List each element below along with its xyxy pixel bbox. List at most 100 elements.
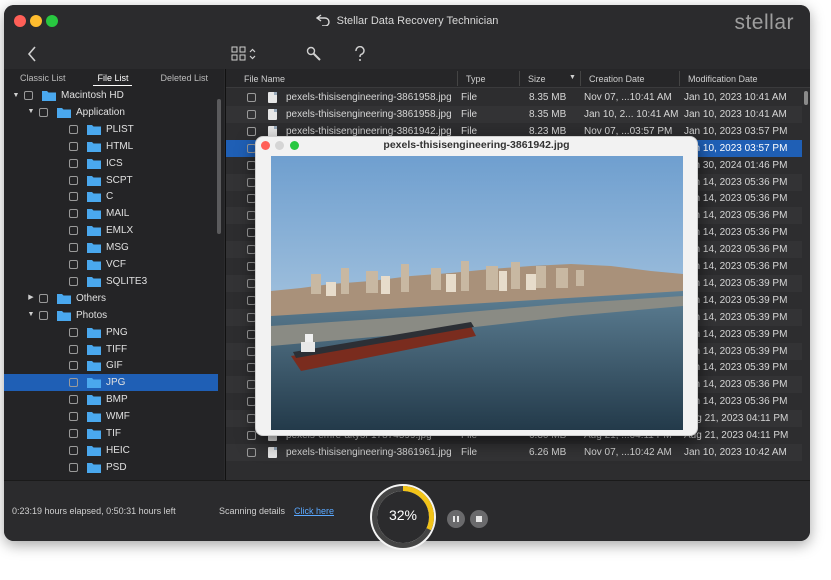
tree-checkbox[interactable] xyxy=(69,209,78,219)
column-separator[interactable] xyxy=(457,71,458,86)
tree-item-vcf[interactable]: VCF xyxy=(4,256,218,273)
tree-checkbox[interactable] xyxy=(69,276,78,286)
tree-checkbox[interactable] xyxy=(69,260,78,269)
tree-item-application[interactable]: ▼ Application xyxy=(4,104,218,121)
tree-item-photos[interactable]: ▼ Photos xyxy=(4,307,218,324)
row-checkbox[interactable] xyxy=(247,431,256,440)
file-icon xyxy=(268,92,277,103)
tree-item-tiff[interactable]: TIFF xyxy=(4,341,218,358)
tree-checkbox[interactable] xyxy=(69,429,78,438)
scanning-details-link[interactable]: Click here xyxy=(294,506,334,516)
tree-checkbox[interactable] xyxy=(69,378,78,388)
tree-item-scpt[interactable]: SCPT xyxy=(4,172,218,189)
tree-checkbox[interactable] xyxy=(69,462,78,472)
file-size-cell: 8.35 MB xyxy=(529,92,567,103)
tree-item-jpg[interactable]: JPG xyxy=(4,374,218,392)
tree-checkbox[interactable] xyxy=(24,91,33,100)
modification-date-cell: Jan 14, 2023 05:39 PM xyxy=(684,345,788,357)
tools-button[interactable] xyxy=(302,43,326,65)
table-row[interactable]: pexels-thisisengineering-3861958.jpg File… xyxy=(226,105,802,123)
tree-item-label: HTML xyxy=(106,140,134,152)
tree-item-label: Others xyxy=(76,292,107,304)
tree-checkbox[interactable] xyxy=(69,361,78,371)
table-scrollbar[interactable] xyxy=(804,91,808,105)
tree-scrollbar[interactable] xyxy=(217,99,221,234)
tree-item-others[interactable]: ▶ Others xyxy=(4,290,218,307)
disclosure-expanded-icon[interactable]: ▼ xyxy=(12,92,20,100)
modification-date-cell: Jan 14, 2023 05:39 PM xyxy=(684,294,788,306)
modification-date-cell: Jan 14, 2023 05:39 PM xyxy=(684,362,788,374)
stop-icon xyxy=(476,516,482,522)
tree-checkbox[interactable] xyxy=(69,158,78,168)
file-size-cell: 8.35 MB xyxy=(529,108,567,120)
folder-icon xyxy=(87,158,101,169)
tree-checkbox[interactable] xyxy=(69,412,78,422)
row-checkbox[interactable] xyxy=(247,109,256,119)
tree-checkbox[interactable] xyxy=(69,192,78,202)
tab-classic-list[interactable]: Classic List xyxy=(16,71,70,85)
folder-icon xyxy=(87,377,101,389)
pause-scan-button[interactable] xyxy=(447,510,465,528)
sort-descending-icon[interactable]: ▼ xyxy=(569,74,576,81)
tree-item-heic[interactable]: HEIC xyxy=(4,442,218,459)
modification-date-cell: Jan 10, 2023 10:42 AM xyxy=(684,446,787,458)
tree-item-sqlite3[interactable]: SQLITE3 xyxy=(4,273,218,290)
tree-item-emlx[interactable]: EMLX xyxy=(4,222,218,239)
tree-checkbox[interactable] xyxy=(69,445,78,455)
back-button[interactable] xyxy=(20,43,44,65)
tree-item-wmf[interactable]: WMF xyxy=(4,408,218,425)
folder-icon xyxy=(57,107,71,118)
tree-checkbox[interactable] xyxy=(39,310,48,320)
tree-item-label: C xyxy=(106,191,114,203)
disclosure-collapsed-icon[interactable]: ▶ xyxy=(27,294,35,302)
tree-checkbox[interactable] xyxy=(39,293,48,303)
tree-checkbox[interactable] xyxy=(69,395,78,405)
progress-percent: 32% xyxy=(388,507,418,523)
column-size[interactable]: Size xyxy=(528,74,546,84)
column-separator[interactable] xyxy=(519,71,520,86)
tree-item-psd[interactable]: PSD xyxy=(4,459,218,476)
tree-checkbox[interactable] xyxy=(69,175,78,185)
tree-item-gif[interactable]: GIF xyxy=(4,357,218,374)
tree-item-png[interactable]: PNG xyxy=(4,324,218,341)
view-mode-button[interactable] xyxy=(229,43,261,65)
column-modification-date[interactable]: Modification Date xyxy=(688,74,758,84)
tree-checkbox[interactable] xyxy=(69,124,78,134)
table-row[interactable]: pexels-thisisengineering-3861958.jpg File… xyxy=(226,89,802,106)
tree-item-mail[interactable]: MAIL xyxy=(4,205,218,222)
tree-item-ics[interactable]: ICS xyxy=(4,155,218,172)
tree-checkbox[interactable] xyxy=(39,107,48,117)
stop-scan-button[interactable] xyxy=(470,510,488,528)
row-checkbox[interactable] xyxy=(247,93,256,102)
row-checkbox[interactable] xyxy=(247,447,256,457)
tab-file-list[interactable]: File List xyxy=(93,71,133,86)
folder-icon xyxy=(87,327,101,338)
column-type[interactable]: Type xyxy=(466,74,486,84)
modification-date-cell: Jan 14, 2023 05:36 PM xyxy=(684,193,788,205)
help-button[interactable] xyxy=(348,43,372,65)
tree-item-plist[interactable]: PLIST xyxy=(4,121,218,138)
tree-item-macintosh-hd[interactable]: ▼ Macintosh HD xyxy=(4,87,218,104)
tree-checkbox[interactable] xyxy=(69,226,78,236)
column-file-name[interactable]: File Name xyxy=(244,74,285,84)
column-creation-date[interactable]: Creation Date xyxy=(589,74,645,84)
tree-checkbox[interactable] xyxy=(69,327,78,337)
tree-checkbox[interactable] xyxy=(69,243,78,253)
tree-item-bmp[interactable]: BMP xyxy=(4,391,218,408)
row-checkbox[interactable] xyxy=(247,126,256,136)
tab-deleted-list[interactable]: Deleted List xyxy=(156,71,212,85)
chevron-left-icon xyxy=(27,46,36,62)
disclosure-expanded-icon[interactable]: ▼ xyxy=(27,108,35,116)
tree-item-c[interactable]: C xyxy=(4,188,218,205)
disclosure-expanded-icon[interactable]: ▼ xyxy=(27,311,35,319)
tree-checkbox[interactable] xyxy=(69,344,78,354)
folder-icon xyxy=(87,462,101,473)
tree-checkbox[interactable] xyxy=(69,141,78,151)
tree-item-tif[interactable]: TIF xyxy=(4,425,218,442)
table-row[interactable]: pexels-thisisengineering-3861961.jpg File… xyxy=(226,443,802,461)
folder-icon xyxy=(87,394,101,406)
tree-item-html[interactable]: HTML xyxy=(4,138,218,155)
column-separator[interactable] xyxy=(580,71,581,86)
tree-item-msg[interactable]: MSG xyxy=(4,239,218,256)
column-separator[interactable] xyxy=(679,71,680,86)
